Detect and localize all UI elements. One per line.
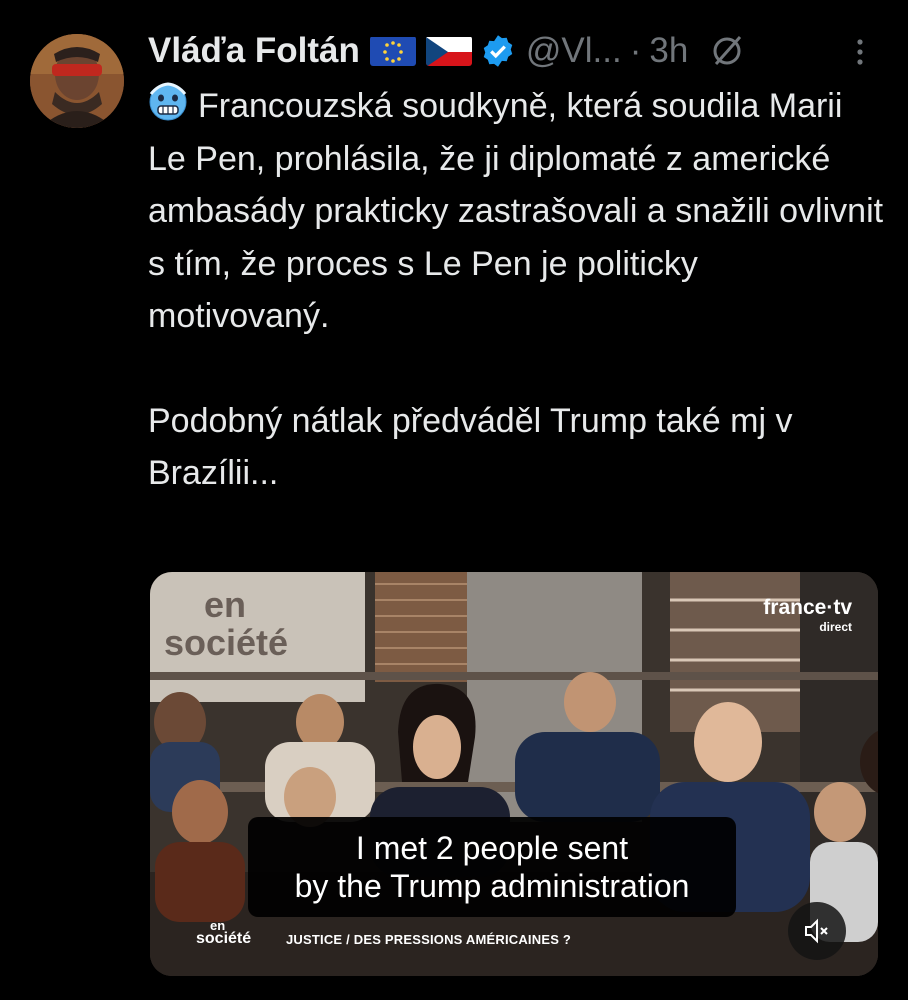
video-player[interactable]: en société france·tv direct I met 2 peop… — [150, 572, 878, 976]
tweet-header: Vláďa Foltán @Vl... · 3h — [148, 26, 746, 76]
czech-flag-icon — [425, 36, 472, 66]
more-options-icon[interactable] — [850, 38, 870, 68]
eu-flag-icon — [369, 36, 416, 66]
separator: · — [629, 31, 642, 70]
tweet-time[interactable]: 3h — [649, 31, 688, 71]
tweet-text: Francouzská soudkyně, která soudila Mari… — [148, 80, 888, 500]
mute-button[interactable] — [788, 902, 846, 960]
video-subtitle: I met 2 people sent by the Trump adminis… — [248, 817, 736, 917]
set-logo: en société — [164, 584, 289, 663]
grok-icon[interactable] — [708, 32, 746, 70]
muted-speaker-icon — [805, 918, 828, 944]
tweet[interactable]: Vláďa Foltán @Vl... · 3h Francouzská sou… — [0, 0, 908, 1000]
avatar[interactable] — [30, 34, 124, 128]
cold-face-emoji-icon — [148, 82, 188, 122]
subtitle-line-2: by the Trump administration — [294, 868, 690, 904]
tweet-paragraph-1: Francouzská soudkyně, která soudila Mari… — [148, 80, 888, 343]
verified-badge-icon — [480, 33, 516, 69]
show-lower-third: en société JUSTICE / DES PRESSIONS AMÉRI… — [196, 918, 572, 947]
author-name[interactable]: Vláďa Foltán — [148, 31, 360, 71]
france-tv-logo: france·tv direct — [763, 596, 852, 634]
subtitle-line-1: I met 2 people sent — [355, 830, 629, 866]
author-handle[interactable]: @Vl... — [526, 31, 622, 71]
tweet-paragraph-2: Podobný nátlak předváděl Trump také mj v… — [148, 401, 793, 493]
